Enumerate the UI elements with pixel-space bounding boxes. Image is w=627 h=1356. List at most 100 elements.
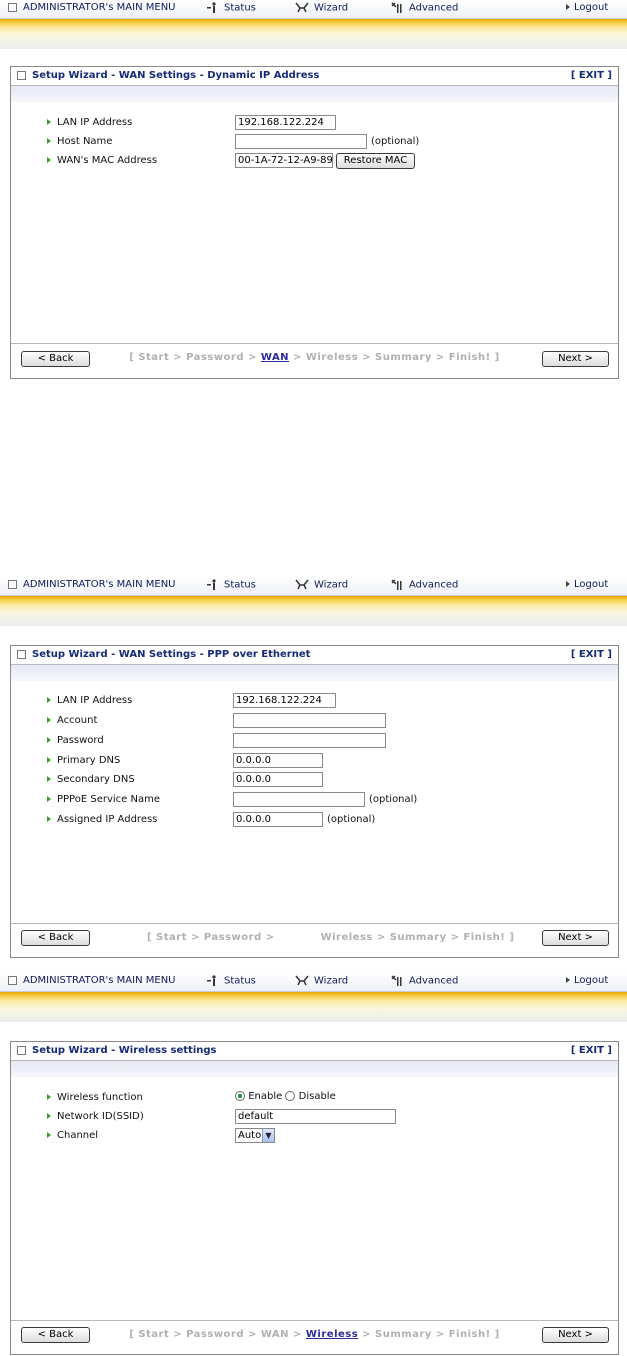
pppoe-service-note: (optional) (369, 794, 418, 805)
menu-logout[interactable]: Logout (566, 579, 608, 590)
panel-stripe (11, 86, 618, 102)
enable-radio[interactable] (235, 1091, 245, 1101)
menu-admin[interactable]: ADMINISTRATOR's MAIN MENU (8, 2, 176, 13)
step-current[interactable]: WAN (261, 352, 289, 363)
menu-wizard[interactable]: Wizard (295, 975, 348, 987)
disable-radio[interactable] (285, 1091, 296, 1101)
pppoe-service-input[interactable] (233, 792, 365, 807)
menu-status[interactable]: Status (205, 2, 256, 14)
disable-label: Disable (298, 1091, 336, 1102)
wizard-steps: [ Start > Password > Wireless > Summary … (147, 932, 514, 943)
step-current[interactable]: Wireless (306, 1329, 358, 1340)
advanced-tools-icon (391, 579, 402, 590)
mac-input[interactable]: 00-1A-72-12-A9-89 (235, 153, 333, 168)
green-arrow-bullet-icon (47, 737, 51, 743)
chevron-down-icon: ▼ (262, 1129, 274, 1142)
wizard-icon (295, 579, 309, 590)
lan-ip-input[interactable]: 192.168.122.224 (233, 693, 336, 708)
green-arrow-bullet-icon (47, 138, 51, 144)
panel-title-bar: Setup Wizard - WAN Settings - Dynamic IP… (11, 67, 618, 86)
wizard-footer: < Back [ Start > Password > Wireless > S… (11, 923, 618, 955)
wireless-radio-group: Enable Disable (235, 1091, 336, 1102)
host-name-note: (optional) (371, 136, 420, 147)
square-bullet-icon (17, 1045, 26, 1055)
steps-after: Wireless > Summary > Finish! ] (320, 932, 515, 943)
panel-title-bar: Setup Wizard - Wireless settings [ EXIT … (11, 1042, 618, 1061)
panel-stripe (11, 665, 618, 681)
lan-ip-input[interactable]: 192.168.122.224 (235, 115, 336, 130)
channel-value: Auto (238, 1130, 262, 1141)
secondary-dns-input[interactable]: 0.0.0.0 (233, 772, 323, 787)
assigned-ip-input[interactable]: 0.0.0.0 (233, 812, 323, 827)
menu-logout[interactable]: Logout (566, 975, 608, 986)
menu-advanced[interactable]: Advanced (390, 2, 458, 14)
status-person-icon (207, 975, 216, 986)
menu-wizard[interactable]: Wizard (295, 2, 348, 14)
wizard-panel: Setup Wizard - Wireless settings [ EXIT … (10, 1041, 619, 1355)
menu-status[interactable]: Status (205, 975, 256, 987)
menu-status[interactable]: Status (205, 579, 256, 591)
exit-link[interactable]: [ EXIT ] (571, 649, 612, 660)
steps-after: > Wireless > Summary > Finish! ] (289, 352, 500, 363)
panel-title: Setup Wizard - Wireless settings (17, 1045, 216, 1056)
menu-logout[interactable]: Logout (566, 2, 608, 13)
status-person-icon (207, 2, 216, 13)
main-menu-bar: ADMINISTRATOR's MAIN MENU Status Wizard … (0, 0, 627, 19)
green-arrow-bullet-icon (47, 816, 51, 822)
wizard-footer: < Back [ Start > Password > WAN > Wirele… (11, 1320, 618, 1352)
green-arrow-bullet-icon (47, 1094, 51, 1100)
square-bullet-icon (17, 649, 26, 659)
wizard-footer: < Back [ Start > Password > WAN > Wirele… (11, 343, 618, 375)
arrow-right-icon (566, 977, 570, 983)
wizard-steps: [ Start > Password > WAN > Wireless > Su… (11, 352, 618, 363)
wizard-icon (295, 975, 309, 986)
wizard-steps: [ Start > Password > WAN > Wireless > Su… (11, 1329, 618, 1340)
wizard-panel: Setup Wizard - WAN Settings - Dynamic IP… (10, 66, 619, 379)
header-band (0, 596, 627, 626)
primary-dns-label: Primary DNS (57, 755, 121, 766)
assigned-ip-note: (optional) (327, 814, 376, 825)
channel-select[interactable]: Auto ▼ (235, 1128, 275, 1143)
green-arrow-bullet-icon (47, 757, 51, 763)
menu-admin[interactable]: ADMINISTRATOR's MAIN MENU (8, 579, 176, 590)
exit-link[interactable]: [ EXIT ] (571, 1045, 612, 1056)
next-button[interactable]: Next > (542, 930, 609, 946)
green-arrow-bullet-icon (47, 776, 51, 782)
header-band (0, 19, 627, 49)
menu-wizard[interactable]: Wizard (295, 579, 348, 591)
main-menu-bar: ADMINISTRATOR's MAIN MENU Status Wizard … (0, 973, 627, 992)
ssid-input[interactable]: default (235, 1109, 396, 1124)
ssid-label: Network ID(SSID) (57, 1111, 144, 1122)
header-band (0, 992, 627, 1022)
screen-pppoe: ADMINISTRATOR's MAIN MENU Status Wizard … (0, 577, 627, 959)
status-person-icon (207, 579, 216, 590)
arrow-right-icon (566, 4, 570, 10)
panel-title: Setup Wizard - WAN Settings - Dynamic IP… (17, 70, 319, 81)
menu-advanced[interactable]: Advanced (390, 975, 458, 987)
menu-advanced[interactable]: Advanced (390, 579, 458, 591)
panel-stripe (11, 1061, 618, 1077)
host-name-input[interactable] (235, 134, 367, 149)
panel-title: Setup Wizard - WAN Settings - PPP over E… (17, 649, 310, 660)
screen-dynamic-ip: ADMINISTRATOR's MAIN MENU Status Wizard … (0, 0, 627, 380)
advanced-tools-icon (391, 975, 402, 986)
next-button[interactable]: Next > (542, 1327, 609, 1343)
back-button[interactable]: < Back (21, 930, 90, 946)
password-input[interactable] (233, 733, 386, 748)
green-arrow-bullet-icon (47, 157, 51, 163)
lan-ip-label: LAN IP Address (57, 695, 133, 706)
account-input[interactable] (233, 713, 386, 728)
wizard-icon (295, 2, 309, 13)
steps-before: [ Start > Password > WAN > (129, 1329, 306, 1340)
green-arrow-bullet-icon (47, 796, 51, 802)
primary-dns-input[interactable]: 0.0.0.0 (233, 753, 323, 768)
square-bullet-icon (8, 975, 17, 985)
menu-admin[interactable]: ADMINISTRATOR's MAIN MENU (8, 975, 176, 986)
advanced-tools-icon (391, 2, 402, 13)
green-arrow-bullet-icon (47, 1113, 51, 1119)
lan-ip-label: LAN IP Address (57, 117, 133, 128)
next-button[interactable]: Next > (542, 351, 609, 367)
exit-link[interactable]: [ EXIT ] (571, 70, 612, 81)
restore-mac-button[interactable]: Restore MAC (336, 153, 415, 169)
screen-wireless: ADMINISTRATOR's MAIN MENU Status Wizard … (0, 973, 627, 1356)
